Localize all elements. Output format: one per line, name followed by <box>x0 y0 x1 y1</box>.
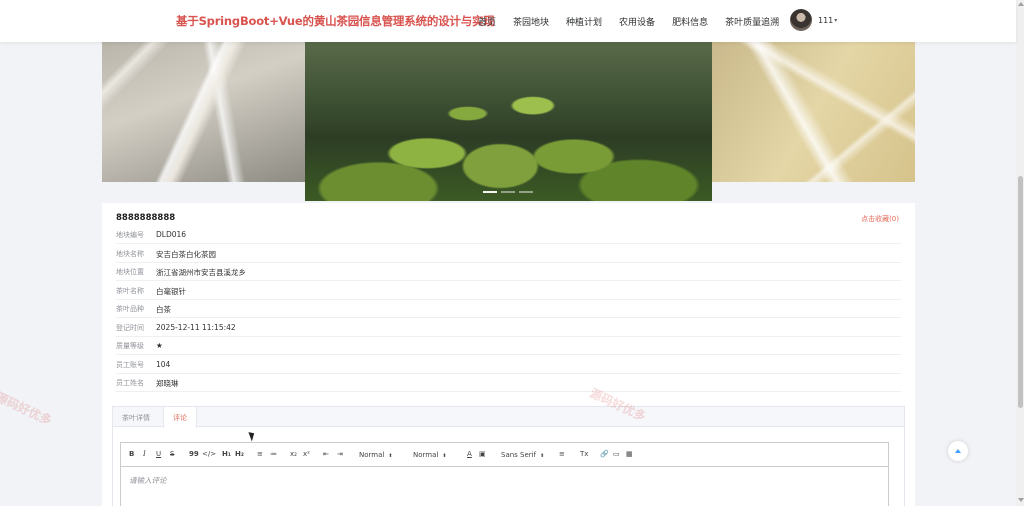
collect-button[interactable]: 点击收藏(0) <box>861 214 899 224</box>
field-label: 员工账号 <box>116 361 144 369</box>
field-value: 郑晓琳 <box>156 379 179 388</box>
main-nav: 首页 茶园地块 种植计划 农用设备 肥料信息 茶叶质量追溯 <box>478 0 796 42</box>
field-value: 104 <box>156 360 171 369</box>
text-color-icon[interactable]: A <box>467 450 472 458</box>
carousel-dot-1[interactable] <box>483 191 497 193</box>
detail-row: 员工账号 104 <box>116 355 901 374</box>
banner-carousel[interactable] <box>102 42 915 201</box>
outdent-icon[interactable]: ⇤ <box>323 450 329 458</box>
superscript-button[interactable]: x² <box>303 450 310 458</box>
top-navbar: 基于SpringBoot+Vue的黄山茶园信息管理系统的设计与实现 首页 茶园地… <box>0 0 1016 42</box>
site-title[interactable]: 基于SpringBoot+Vue的黄山茶园信息管理系统的设计与实现 <box>176 13 495 29</box>
nav-planting-plan[interactable]: 种植计划 <box>566 15 602 28</box>
field-value: 2025-12-11 11:15:42 <box>156 323 236 332</box>
ordered-list-icon[interactable]: ≡ <box>257 450 263 458</box>
header-select-value: Normal <box>413 451 439 459</box>
field-label: 地块编号 <box>116 231 144 239</box>
chevron-down-icon[interactable]: ▾ <box>834 17 837 24</box>
field-label: 茶叶品种 <box>116 305 144 313</box>
header1-button[interactable]: H₁ <box>222 450 231 458</box>
size-select[interactable]: Normal ⬍ <box>359 451 393 459</box>
detail-row: 质量等级 ★ <box>116 336 901 355</box>
carousel-slide-tea-leaves[interactable] <box>305 42 712 201</box>
user-menu[interactable]: 111 ▾ <box>790 9 837 31</box>
field-label: 地块位置 <box>116 268 144 276</box>
detail-row: 地块名称 安吉白茶白化茶园 <box>116 244 901 263</box>
scroll-up-arrow-icon[interactable] <box>1018 2 1024 6</box>
nav-home[interactable]: 首页 <box>478 15 496 28</box>
watermark: 源码好优多 <box>0 389 54 428</box>
image-icon[interactable]: ▭ <box>613 450 620 458</box>
field-label: 员工姓名 <box>116 379 144 387</box>
size-select-value: Normal <box>359 451 385 459</box>
nav-farm-equipment[interactable]: 农用设备 <box>619 15 655 28</box>
underline-button[interactable]: U <box>156 450 161 458</box>
carousel-dot-3[interactable] <box>519 191 533 193</box>
detail-row: 地块位置 浙江省湖州市安吉县溪龙乡 <box>116 262 901 281</box>
field-value: 浙江省湖州市安吉县溪龙乡 <box>156 268 246 277</box>
carousel-slide-pampas-right[interactable] <box>712 42 915 182</box>
field-value: 白毫银针 <box>156 287 186 296</box>
field-label: 茶叶名称 <box>116 287 144 295</box>
field-label: 地块名称 <box>116 250 144 258</box>
subscript-button[interactable]: x₂ <box>290 450 297 458</box>
record-title: 8888888888 <box>116 213 176 223</box>
field-label: 登记时间 <box>116 324 144 332</box>
comment-editor: B I U S 99 </> H₁ H₂ ≡ ≔ x₂ x² ⇤ ⇥ Norma… <box>120 442 889 506</box>
detail-row: 地块编号 DLD016 <box>116 225 901 244</box>
field-value: 白茶 <box>156 305 171 314</box>
link-icon[interactable]: 🔗 <box>600 450 609 458</box>
indent-icon[interactable]: ⇥ <box>337 450 343 458</box>
align-icon[interactable]: ≡ <box>559 450 565 458</box>
carousel-slide-pampas-left[interactable] <box>102 42 305 182</box>
field-value: 安吉白茶白化茶园 <box>156 250 216 259</box>
bold-button[interactable]: B <box>129 450 134 458</box>
font-select[interactable]: Sans Serif ⬍ <box>501 451 544 459</box>
user-name[interactable]: 111 <box>818 16 833 25</box>
carousel-indicators <box>483 191 537 193</box>
nav-fertilizer-info[interactable]: 肥料信息 <box>672 15 708 28</box>
background-color-icon[interactable]: ▣ <box>479 450 486 458</box>
comment-placeholder: 请输入评论 <box>129 476 167 485</box>
tab-tea-details[interactable]: 茶叶详情 <box>113 407 159 427</box>
select-arrow-icon: ⬍ <box>388 453 393 459</box>
detail-card: 8888888888 点击收藏(0) 地块编号 DLD016 地块名称 安吉白茶… <box>102 203 915 506</box>
detail-row: 茶叶品种 白茶 <box>116 299 901 318</box>
select-arrow-icon: ⬍ <box>540 453 545 459</box>
header2-button[interactable]: H₂ <box>235 450 244 458</box>
font-select-value: Sans Serif <box>501 451 537 459</box>
back-to-top-button[interactable] <box>948 441 968 461</box>
editor-toolbar: B I U S 99 </> H₁ H₂ ≡ ≔ x₂ x² ⇤ ⇥ Norma… <box>121 443 888 467</box>
nav-tea-quality-trace[interactable]: 茶叶质量追溯 <box>725 15 779 28</box>
star-rating: ★ <box>156 341 163 350</box>
bullet-list-icon[interactable]: ≔ <box>270 450 277 458</box>
detail-row: 员工姓名 郑晓琳 <box>116 373 901 392</box>
video-icon[interactable]: ▦ <box>626 450 633 458</box>
detail-tabs: 茶叶详情 评论 B I U S 99 </> H₁ H₂ ≡ ≔ x₂ x² ⇤… <box>112 406 905 506</box>
code-block-button[interactable]: </> <box>202 450 216 458</box>
header-select[interactable]: Normal ⬍ <box>413 451 447 459</box>
field-value: DLD016 <box>156 230 187 239</box>
blockquote-button[interactable]: 99 <box>189 450 199 458</box>
comment-input[interactable]: 请输入评论 <box>121 467 888 506</box>
clean-format-icon[interactable]: Tx <box>580 450 588 458</box>
scrollbar-thumb[interactable] <box>1018 176 1023 408</box>
scroll-down-arrow-icon[interactable] <box>1018 498 1024 502</box>
detail-row: 登记时间 2025-12-11 11:15:42 <box>116 318 901 337</box>
italic-button[interactable]: I <box>143 450 146 458</box>
select-arrow-icon: ⬍ <box>442 453 447 459</box>
detail-row: 茶叶名称 白毫银针 <box>116 281 901 300</box>
strike-button[interactable]: S <box>170 450 174 458</box>
tab-comments[interactable]: 评论 <box>163 407 197 428</box>
tab-header: 茶叶详情 评论 <box>113 407 904 428</box>
avatar[interactable] <box>790 9 812 31</box>
nav-tea-plots[interactable]: 茶园地块 <box>513 15 549 28</box>
carousel-dot-2[interactable] <box>501 191 515 193</box>
field-label: 质量等级 <box>116 342 144 350</box>
